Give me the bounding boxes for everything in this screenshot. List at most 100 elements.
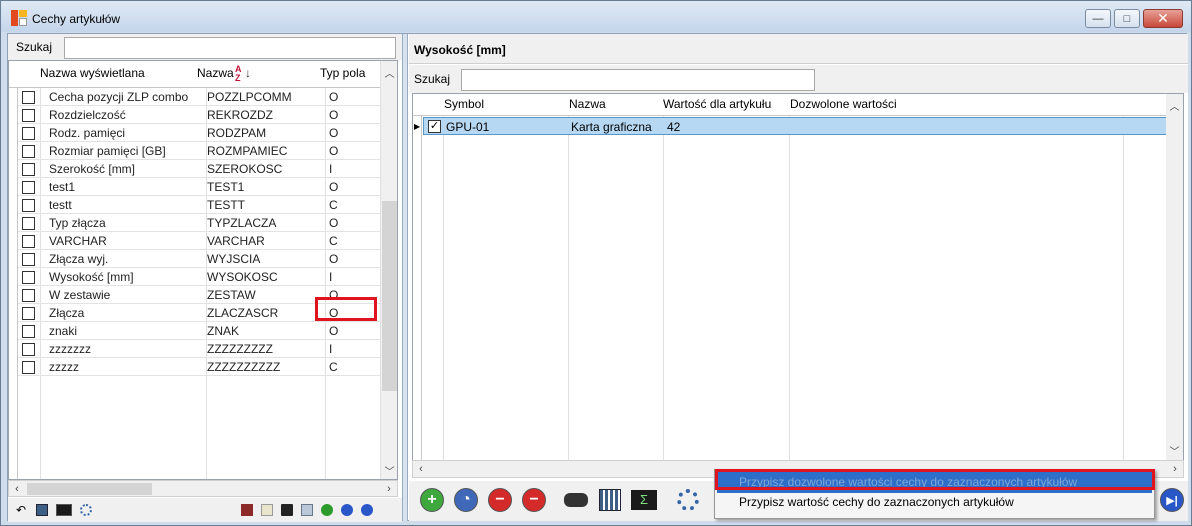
last-button[interactable]: ▶| [1159,487,1185,513]
window-icon[interactable] [301,504,313,516]
scroll-right-arrow-icon[interactable]: › [381,481,397,497]
row-checkbox[interactable] [22,91,35,104]
row-checkbox[interactable] [22,163,35,176]
row-type: O [329,216,339,230]
row-checkbox[interactable] [22,361,35,374]
gears-icon [677,489,699,511]
add-icon: + [420,488,444,512]
row-checkbox[interactable]: ✓ [428,120,441,133]
column-header-name[interactable]: Nazwa [197,66,234,80]
search-button[interactable] [563,487,589,513]
row-value[interactable]: 42 [667,120,680,134]
left-hscroll-thumb[interactable] [27,483,152,495]
refresh-icon[interactable] [321,504,333,516]
row-checkbox[interactable] [22,181,35,194]
features-grid[interactable]: Nazwa wyświetlana Nazwa AZ ↓ Typ pola Ce… [8,60,398,480]
right-scroll-right-arrow-icon[interactable]: › [1167,461,1183,477]
row-type: O [329,324,339,338]
column-header-display-name[interactable]: Nazwa wyświetlana [40,66,145,80]
row-checkbox[interactable] [22,127,35,140]
table-row[interactable]: zzzzz ZZZZZZZZZZ C [18,358,380,376]
column-header-type[interactable]: Typ pola [320,66,365,80]
right-scroll-left-arrow-icon[interactable]: ‹ [413,461,429,477]
right-scroll-up-arrow-icon[interactable]: ︿ [1166,98,1183,114]
scroll-down-arrow-icon[interactable]: ﹀ [381,463,397,479]
row-checkbox[interactable] [22,325,35,338]
table-row[interactable]: Rozdzielczość REKROZDZ O [18,106,380,124]
close-button[interactable]: ✕ [1143,9,1183,28]
right-scroll-down-arrow-icon[interactable]: ﹀ [1166,443,1183,459]
delete-selected-button[interactable]: − [521,487,547,513]
row-checkbox[interactable] [22,217,35,230]
row-checkbox[interactable] [22,253,35,266]
sort-az-icon: AZ [235,64,242,83]
sum-button[interactable]: Σ [631,487,657,513]
view-button[interactable]: ◔ [453,487,479,513]
minimize-button[interactable]: — [1085,9,1111,28]
right-search-input[interactable] [461,69,815,91]
left-scroll-thumb[interactable] [382,201,397,391]
scroll-up-arrow-icon[interactable]: ︿ [381,65,397,81]
left-search-input[interactable] [64,37,396,59]
row-checkbox[interactable] [22,271,35,284]
row-checkbox[interactable] [22,307,35,320]
left-horizontal-scrollbar[interactable]: ‹ › [8,480,398,497]
table-icon[interactable] [36,504,48,516]
delete-button[interactable]: − [487,487,513,513]
table-row[interactable]: Typ złącza TYPZLACZA O [18,214,380,232]
row-checkbox[interactable] [22,289,35,302]
table-row[interactable]: Wysokość [mm] WYSOKOSC I [18,268,380,286]
row-type: O [329,252,339,266]
settings-button[interactable] [675,487,701,513]
row-checkbox[interactable] [22,109,35,122]
scroll-left-arrow-icon[interactable]: ‹ [9,481,25,497]
table-row[interactable]: ✓ GPU-01 Karta graficzna 42 [423,117,1168,135]
row-type: O [329,144,339,158]
row-display-name: zzzzzzz [49,342,91,356]
save-icon[interactable] [281,504,293,516]
document-icon[interactable] [261,504,273,516]
menu-item-assign-value[interactable]: Przypisz wartość cechy do zaznaczonych a… [717,492,1152,513]
row-checkbox[interactable] [22,199,35,212]
delete-icon: − [488,488,512,512]
column-header-value[interactable]: Wartość dla artykułu [663,97,771,111]
maximize-button[interactable]: □ [1114,9,1140,28]
settings-icon[interactable] [80,504,92,516]
table-row[interactable]: Złącza wyj. WYJSCIA O [18,250,380,268]
left-vertical-scrollbar[interactable]: ︿ ﹀ [380,61,397,479]
table-row[interactable]: Szerokość [mm] SZEROKOSC I [18,160,380,178]
report-icon[interactable] [241,504,253,516]
column-header-symbol[interactable]: Symbol [444,97,484,111]
row-name: TYPZLACZA [207,216,277,230]
table-row[interactable]: zzzzzzz ZZZZZZZZZ I [18,340,380,358]
formula-icon[interactable] [56,504,72,516]
first-record-icon[interactable] [341,504,353,516]
panel-splitter[interactable] [402,34,408,521]
table-row[interactable]: Cecha pozycji ZLP combo POZZLPCOMM O [18,88,380,106]
table-row[interactable]: test1 TEST1 O [18,178,380,196]
add-button[interactable]: + [419,487,445,513]
undo-icon[interactable]: ↶ [16,504,28,516]
row-symbol: GPU-01 [446,120,490,134]
columns-icon [599,489,621,511]
last-icon: ▶| [1160,488,1184,512]
row-checkbox[interactable] [22,235,35,248]
table-row[interactable]: znaki ZNAK O [18,322,380,340]
table-row[interactable]: Rozmiar pamięci [GB] ROZMPAMIEC O [18,142,380,160]
column-header-article-name[interactable]: Nazwa [569,97,606,111]
articles-grid[interactable]: Symbol Nazwa Wartość dla artykułu Dozwol… [412,93,1184,478]
row-checkbox[interactable] [22,343,35,356]
columns-button[interactable] [597,487,623,513]
row-checkbox[interactable] [22,145,35,158]
table-row[interactable]: Rodz. pamięci RODZPAM O [18,124,380,142]
view-icon: ◔ [454,488,478,512]
table-row[interactable]: VARCHAR VARCHAR C [18,232,380,250]
table-row[interactable]: testt TESTT C [18,196,380,214]
last-record-icon[interactable] [361,504,373,516]
right-vertical-scrollbar[interactable]: ︿ ﹀ [1166,94,1183,477]
column-header-allowed-values[interactable]: Dozwolone wartości [790,97,897,111]
current-row-pointer-icon: ▶ [414,122,421,131]
title-bar[interactable]: Cechy artykułów — □ ✕ [1,1,1191,32]
features-panel: Szukaj Nazwa wyświetlana Nazwa AZ ↓ Typ … [8,34,402,522]
row-type: I [329,270,333,284]
